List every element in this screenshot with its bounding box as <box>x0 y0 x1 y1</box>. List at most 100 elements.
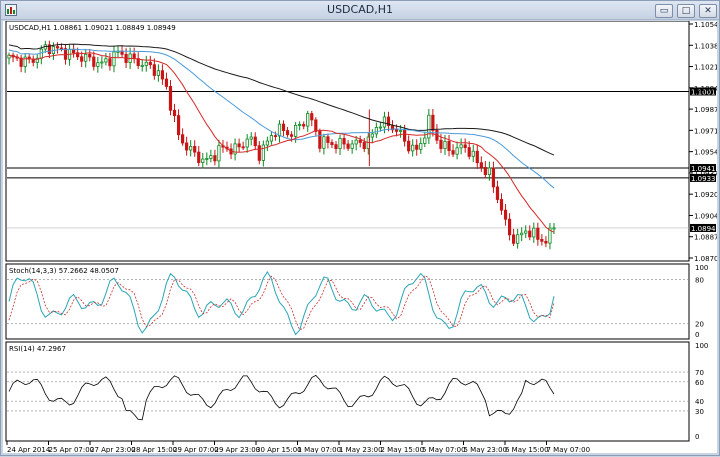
candle-body <box>265 140 269 146</box>
candle-body <box>447 140 451 151</box>
price-tick-label: 1.10545 <box>694 21 717 29</box>
candle-body <box>499 199 504 211</box>
candle-body <box>88 53 92 58</box>
time-tick-label: 7 May 07:00 <box>547 446 591 453</box>
candle-body <box>451 150 455 155</box>
candle-body <box>241 146 245 149</box>
maximize-button[interactable]: □ <box>677 4 695 18</box>
candle-body <box>459 144 463 149</box>
price-tick-label: 1.10045 <box>694 85 717 93</box>
candle-body <box>168 86 173 111</box>
candle-body <box>374 127 378 135</box>
candle-body <box>148 61 152 66</box>
rsi-axis-label: 30 <box>695 408 704 416</box>
candle-body <box>306 113 310 127</box>
candle-body <box>362 142 366 150</box>
candle-body <box>80 56 84 62</box>
time-tick-label: 27 Apr 23:00 <box>90 446 136 453</box>
candle-body <box>322 136 326 149</box>
candle-body <box>100 61 104 64</box>
candle-body <box>338 138 342 150</box>
time-tick-label: 28 Apr 15:00 <box>132 446 178 453</box>
candle-body <box>346 143 350 149</box>
candle-body <box>96 62 100 67</box>
candle-body <box>536 227 540 240</box>
price-panel-header: USDCAD,H1 1.08861 1.09021 1.08849 1.0894… <box>9 24 176 32</box>
window-titlebar[interactable]: USDCAD,H1 ▭ □ ✕ <box>1 1 719 20</box>
time-tick-label: 2 May 15:00 <box>381 446 425 453</box>
candle-body <box>294 124 298 137</box>
close-button[interactable]: ✕ <box>699 4 717 18</box>
candle-body <box>314 119 318 132</box>
candle-body <box>382 116 387 128</box>
candle-body <box>455 147 459 155</box>
time-tick-label: 25 Apr 07:00 <box>49 446 95 453</box>
candle-body <box>467 147 471 157</box>
candle-body <box>273 135 278 137</box>
time-tick-label: 29 Apr 07:00 <box>173 446 219 453</box>
candle-body <box>358 139 362 143</box>
candle-body <box>140 65 144 67</box>
rsi-axis-label: 100 <box>695 342 708 350</box>
candle-body <box>55 46 60 49</box>
candle-body <box>370 133 374 138</box>
candle-body <box>503 209 508 220</box>
candle-body <box>281 123 286 131</box>
candle-body <box>144 61 148 66</box>
rsi-axis-label: 70 <box>695 369 704 377</box>
candle-body <box>471 150 475 157</box>
candle-body <box>289 134 294 137</box>
price-tick-label: 1.08870 <box>694 234 717 242</box>
candle-body <box>197 151 201 163</box>
price-tick-label: 1.09710 <box>694 127 717 135</box>
candle-body <box>164 78 169 87</box>
candle-body <box>172 109 177 117</box>
rsi-axis-label: 60 <box>695 379 704 387</box>
candle-body <box>217 145 221 162</box>
candle-body <box>92 56 96 67</box>
rsi-panel <box>5 341 690 442</box>
candle-body <box>407 140 411 152</box>
price-tick-label: 1.10380 <box>694 42 717 50</box>
candle-body <box>342 138 346 145</box>
candle-body <box>84 53 88 62</box>
candle-body <box>520 232 524 236</box>
rsi-axis-label: 40 <box>695 398 704 406</box>
time-tick-label: 5 May 07:00 <box>422 446 466 453</box>
candle-body <box>193 146 197 153</box>
candle-body <box>285 130 290 136</box>
candle-body <box>249 136 253 140</box>
minimize-button[interactable]: ▭ <box>655 4 673 18</box>
stoch-axis-label: 0 <box>695 331 699 339</box>
candle-body <box>544 240 548 244</box>
candle-body <box>156 70 160 76</box>
candle-body <box>318 130 322 149</box>
time-tick-label: 24 Apr 2014 <box>7 446 51 453</box>
candle-body <box>176 115 181 136</box>
candle-body <box>403 130 407 142</box>
candle-body <box>213 155 217 162</box>
candle-body <box>245 138 249 148</box>
stoch-panel <box>5 263 690 340</box>
time-tick-label: 1 May 23:00 <box>339 446 383 453</box>
chart-canvas[interactable]: 1.100101.094151.093381.08949 USDCAD,H1 1… <box>3 20 720 454</box>
candle-body <box>189 146 193 151</box>
candle-body <box>330 142 334 146</box>
price-tick-label: 1.09540 <box>694 149 717 157</box>
candle-body <box>439 139 443 149</box>
chart-area[interactable]: 1.100101.094151.093381.08949 USDCAD,H1 1… <box>3 20 720 454</box>
candle-body <box>398 130 403 132</box>
candle-body <box>475 150 479 164</box>
candle-body <box>354 139 358 145</box>
candle-body <box>487 167 491 176</box>
candle-body <box>310 113 314 121</box>
candle-body <box>419 143 423 150</box>
price-tick-label: 1.10210 <box>694 64 717 72</box>
price-tick-label: 1.09375 <box>694 170 717 178</box>
candle-body <box>261 144 265 161</box>
stoch-axis-label: 100 <box>695 264 708 272</box>
candle-body <box>39 48 43 59</box>
window-title: USDCAD,H1 <box>327 3 393 16</box>
candle-body <box>269 135 274 142</box>
candle-body <box>378 126 383 129</box>
